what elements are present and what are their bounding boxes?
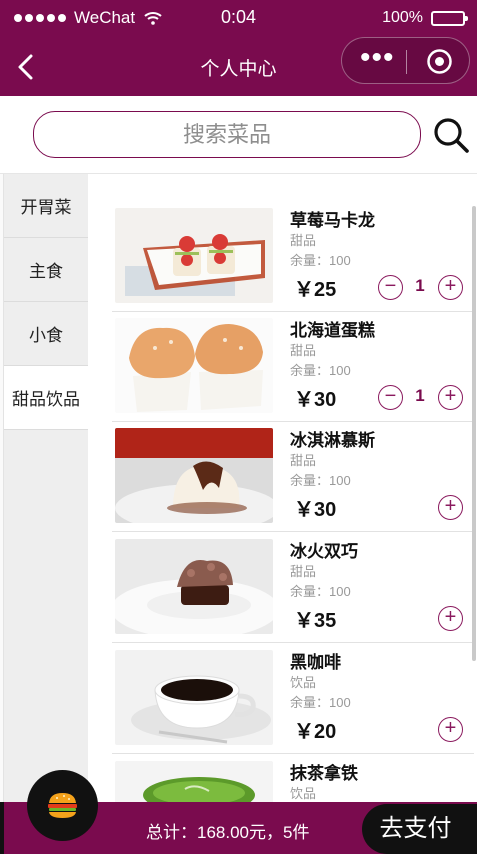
- close-target-icon[interactable]: [426, 48, 453, 75]
- search-bar: 搜索菜品: [0, 96, 477, 174]
- dish-list[interactable]: 草莓马卡龙 甜品 余量：100 ￥25 − 1 + 北海道蛋糕 甜品 余量：10…: [88, 174, 477, 802]
- dish-price: ￥35: [294, 610, 337, 632]
- search-input[interactable]: 搜索菜品: [33, 111, 421, 158]
- increase-quantity-button[interactable]: +: [438, 495, 463, 520]
- pay-button[interactable]: 去支付: [362, 804, 477, 854]
- dish-type: 饮品: [290, 786, 317, 801]
- dish-item: 草莓马卡龙 甜品 余量：100 ￥25 − 1 +: [112, 202, 474, 312]
- order-total: 总计：168.00元，5件: [146, 823, 310, 842]
- category-dessert-drink[interactable]: 甜品饮品: [4, 366, 88, 430]
- dish-type: 甜品: [290, 233, 317, 248]
- dish-type: 甜品: [290, 564, 317, 579]
- list-scrollbar[interactable]: [472, 206, 476, 661]
- mini-program-capsule: •••: [341, 37, 470, 84]
- dish-stock: 余量：100: [290, 695, 351, 710]
- strawberry-macaron-photo: [115, 208, 273, 303]
- dish-item: 抹茶拿铁 饮品: [112, 755, 474, 802]
- dish-type: 饮品: [290, 675, 317, 690]
- dish-name: 冰火双巧: [290, 542, 358, 561]
- footer-edge: [0, 802, 4, 854]
- decrease-quantity-button[interactable]: −: [378, 385, 403, 410]
- dish-item: 北海道蛋糕 甜品 余量：100 ￥30 − 1 +: [112, 312, 474, 422]
- dish-type: 甜品: [290, 453, 317, 468]
- chocolate-dessert-photo: [115, 539, 273, 634]
- dish-price: ￥30: [294, 499, 337, 521]
- capsule-divider: [406, 50, 407, 74]
- more-dots-icon[interactable]: •••: [360, 43, 395, 73]
- dish-name: 黑咖啡: [290, 653, 341, 672]
- battery-status: 100%: [382, 9, 468, 27]
- ice-cream-mousse-photo: [115, 428, 273, 523]
- black-coffee-photo: [115, 650, 273, 745]
- dish-stock: 余量：100: [290, 584, 351, 599]
- dish-stock: 余量：100: [290, 253, 351, 268]
- dish-name: 草莓马卡龙: [290, 211, 375, 230]
- dish-quantity: 1: [415, 386, 425, 405]
- decrease-quantity-button[interactable]: −: [378, 275, 403, 300]
- increase-quantity-button[interactable]: +: [438, 606, 463, 631]
- search-icon[interactable]: [431, 115, 471, 155]
- dish-name: 抹茶拿铁: [290, 764, 358, 783]
- cart-button[interactable]: [27, 770, 98, 841]
- dish-type: 甜品: [290, 343, 317, 358]
- battery-percent: 100%: [382, 9, 423, 26]
- burger-icon: [48, 793, 77, 818]
- category-staple[interactable]: 主食: [4, 238, 88, 302]
- dish-item: 冰淇淋慕斯 甜品 余量：100 ￥30 +: [112, 422, 474, 532]
- nav-bar: 个人中心 •••: [0, 36, 477, 96]
- category-snack[interactable]: 小食: [4, 302, 88, 366]
- battery-icon: [431, 10, 468, 26]
- category-sidebar: 开胃菜 主食 小食 甜品饮品: [4, 174, 88, 802]
- dish-stock: 余量：100: [290, 473, 351, 488]
- dish-price: ￥30: [294, 389, 337, 411]
- status-bar: WeChat 0:04 100%: [0, 0, 477, 36]
- dish-quantity: 1: [415, 276, 425, 295]
- dish-name: 北海道蛋糕: [290, 321, 375, 340]
- increase-quantity-button[interactable]: +: [438, 717, 463, 742]
- matcha-latte-photo: [115, 761, 273, 802]
- dish-price: ￥20: [294, 721, 337, 743]
- dish-name: 冰淇淋慕斯: [290, 431, 375, 450]
- dish-item: 黑咖啡 饮品 余量：100 ￥20 +: [112, 644, 474, 754]
- dish-stock: 余量：100: [290, 363, 351, 378]
- increase-quantity-button[interactable]: +: [438, 385, 463, 410]
- hokkaido-cake-photo: [115, 318, 273, 413]
- increase-quantity-button[interactable]: +: [438, 275, 463, 300]
- category-appetizer[interactable]: 开胃菜: [4, 174, 88, 238]
- dish-price: ￥25: [294, 279, 337, 301]
- dish-item: 冰火双巧 甜品 余量：100 ￥35 +: [112, 533, 474, 643]
